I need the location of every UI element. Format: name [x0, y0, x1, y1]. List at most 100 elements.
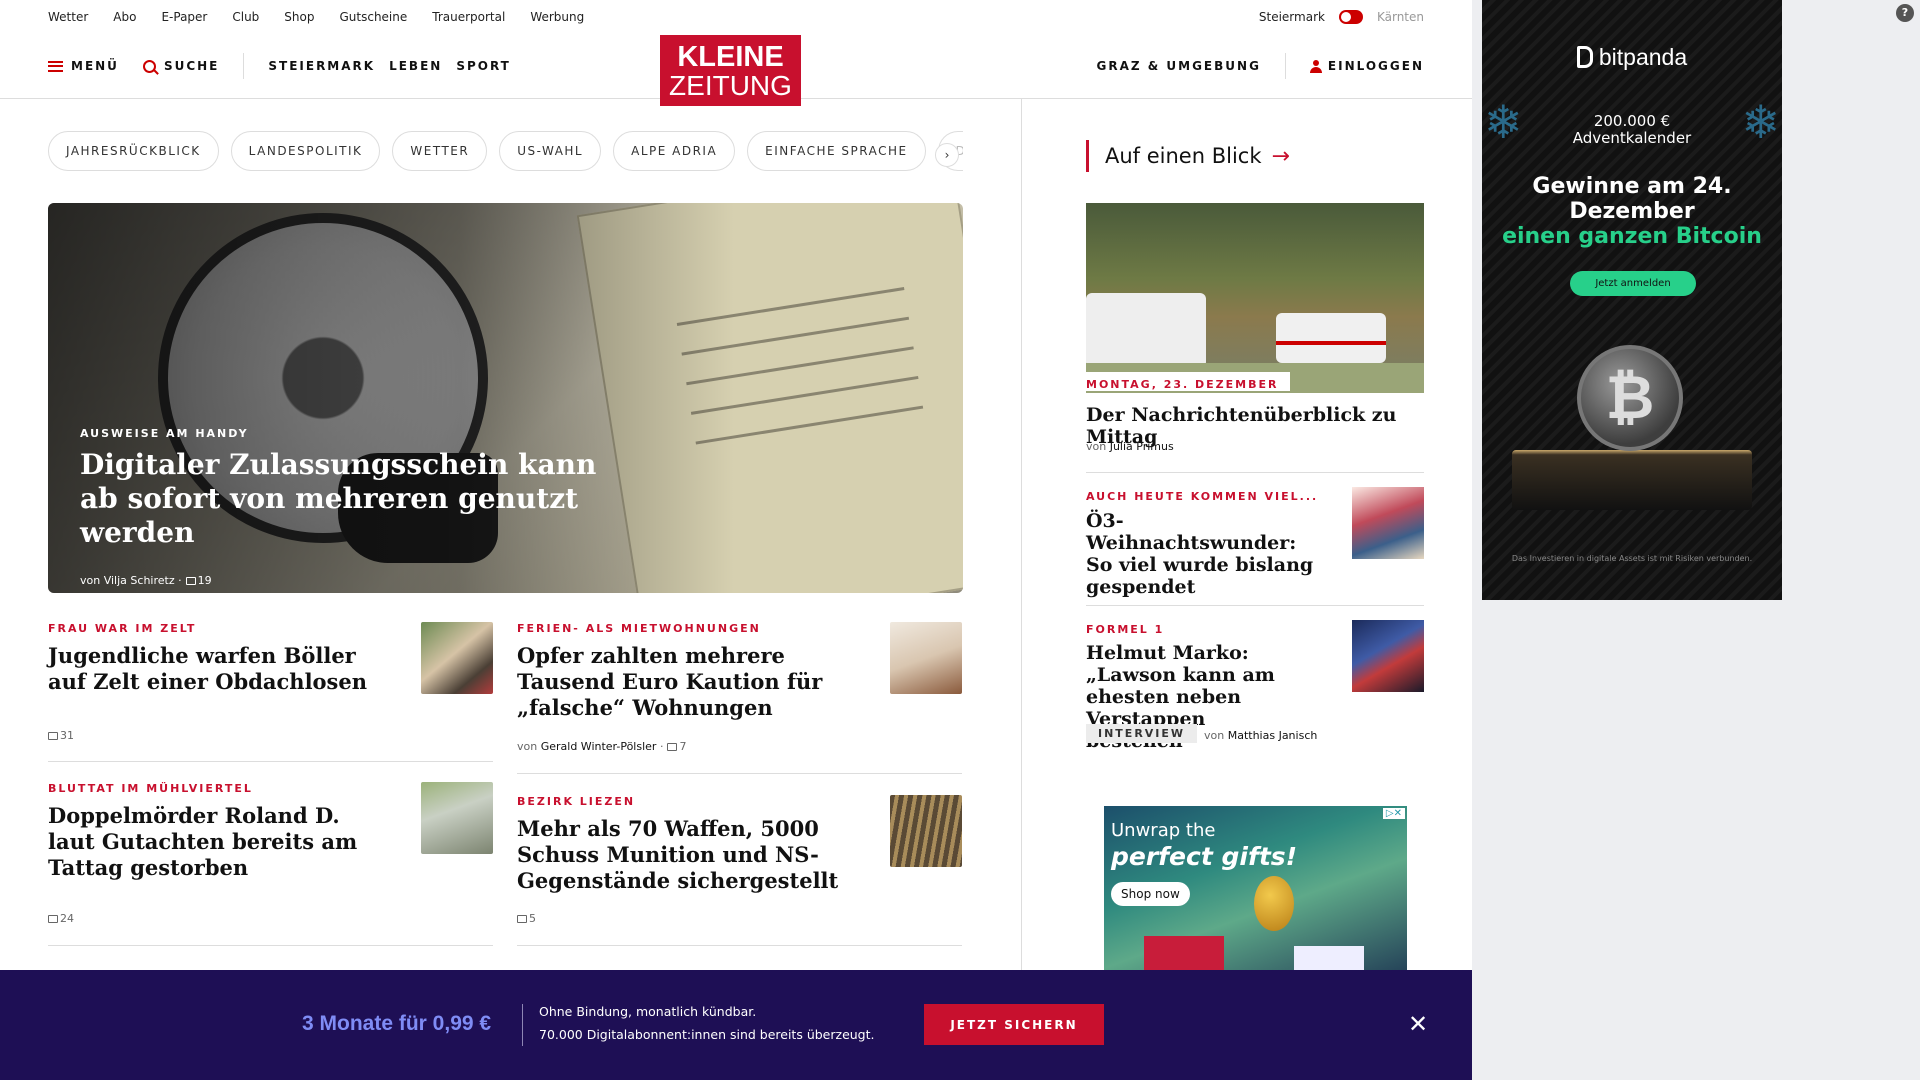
- bitcoin-icon: ₿: [1577, 345, 1683, 451]
- search-icon: [142, 59, 156, 73]
- hero-title[interactable]: Digitaler Zulassungsschein kann ab sofor…: [80, 448, 640, 550]
- side-thumbnail[interactable]: [1352, 487, 1424, 559]
- nav-sport[interactable]: SPORT: [456, 59, 511, 73]
- bitpanda-ad[interactable]: ❄ ❄ bitpanda 200.000 € Adventkalender Ge…: [1482, 0, 1782, 600]
- arrow-right-icon: →: [1271, 143, 1290, 169]
- main-header: MENÜ SUCHE STEIERMARK LEBEN SPORT KLEINE…: [0, 34, 1472, 106]
- sidebar: Auf einen Blick → MONTAG, 23. DEZEMBER De…: [1086, 99, 1424, 991]
- bp-headline: Gewinne am 24. Dezember einen ganzen Bit…: [1502, 174, 1762, 249]
- hero-author[interactable]: Vilja Schiretz: [104, 574, 175, 587]
- shop-now-button[interactable]: Shop now: [1111, 882, 1190, 906]
- bp-calendar: Adventkalender: [1572, 129, 1692, 147]
- banner-line-1: Ohne Bindung, monatlich kündbar.: [539, 1004, 757, 1019]
- util-link-werbung[interactable]: Werbung: [530, 10, 584, 24]
- login-label: EINLOGGEN: [1327, 59, 1424, 73]
- side-meta: von Matthias Janisch: [1204, 729, 1318, 742]
- topic-chip[interactable]: EINFACHE SPRACHE: [747, 131, 926, 171]
- gift-ad[interactable]: Unwrap the perfect gifts! Shop now ▷✕: [1104, 806, 1407, 991]
- comment-icon: [48, 915, 58, 923]
- topic-chip[interactable]: LANDESPOLITIK: [230, 131, 381, 171]
- search-button[interactable]: SUCHE: [142, 59, 220, 73]
- article-title[interactable]: Doppelmörder Roland D. laut Gutachten be…: [48, 803, 388, 881]
- header-divider: [243, 53, 245, 79]
- lead-date: MONTAG, 23. DEZEMBER: [1086, 372, 1291, 391]
- ad-choices-icon[interactable]: ▷✕: [1382, 808, 1405, 819]
- utility-links: Wetter Abo E-Paper Club Shop Gutscheine …: [48, 10, 609, 24]
- topic-chips: JAHRESRÜCKBLICK LANDESPOLITIK WETTER US-…: [48, 131, 963, 171]
- lead-meta: von Julia Primus: [1086, 440, 1174, 453]
- region-steiermark[interactable]: Steiermark: [1259, 10, 1325, 24]
- utility-bar: Wetter Abo E-Paper Club Shop Gutscheine …: [48, 0, 1424, 34]
- util-link-abo[interactable]: Abo: [113, 10, 136, 24]
- hero-article[interactable]: AUSWEISE AM HANDY Digitaler Zulassungssc…: [48, 203, 963, 593]
- util-link-trauerportal[interactable]: Trauerportal: [432, 10, 505, 24]
- util-link-gutscheine[interactable]: Gutscheine: [339, 10, 407, 24]
- region-toggle[interactable]: [1338, 10, 1363, 24]
- bp-price: 200.000 €: [1593, 112, 1671, 130]
- help-icon[interactable]: ?: [1896, 4, 1914, 22]
- banner-line-2: 70.000 Digitalabonnent:innen sind bereit…: [539, 1027, 875, 1042]
- article-card[interactable]: FRAU WAR IM ZELT Jugendliche warfen Böll…: [48, 622, 493, 762]
- interview-tag: INTERVIEW: [1086, 724, 1198, 743]
- comment-icon: [517, 915, 527, 923]
- hamburger-icon: [48, 60, 63, 72]
- news-site: Wetter Abo E-Paper Club Shop Gutscheine …: [0, 0, 1472, 1080]
- comment-icon: [48, 732, 58, 740]
- hero-comments[interactable]: 19: [198, 574, 212, 587]
- comment-icon: [185, 577, 196, 585]
- bp-pedestal: [1512, 450, 1752, 510]
- header-left-nav: MENÜ SUCHE STEIERMARK LEBEN SPORT: [48, 34, 511, 98]
- util-link-club[interactable]: Club: [232, 10, 259, 24]
- side-thumbnail[interactable]: [1352, 620, 1424, 692]
- site-logo[interactable]: KLEINE ZEITUNG: [660, 35, 801, 106]
- main-column: JAHRESRÜCKBLICK LANDESPOLITIK WETTER US-…: [0, 99, 1022, 1080]
- login-button[interactable]: EINLOGGEN: [1309, 59, 1424, 73]
- at-a-glance-heading[interactable]: Auf einen Blick →: [1086, 140, 1290, 172]
- side-title[interactable]: Ö3-Weihnachtswunder: So viel wurde bisla…: [1086, 510, 1316, 598]
- util-link-shop[interactable]: Shop: [284, 10, 314, 24]
- topic-chip[interactable]: US-WAHL: [499, 131, 602, 171]
- header-divider-right: [1284, 53, 1286, 79]
- article-card[interactable]: BEZIRK LIEZEN Mehr als 70 Waffen, 5000 S…: [517, 795, 962, 946]
- topic-chip[interactable]: WETTER: [392, 131, 488, 171]
- menu-label: MENÜ: [71, 59, 119, 73]
- article-thumbnail[interactable]: [421, 622, 493, 694]
- menu-button[interactable]: MENÜ: [48, 59, 119, 73]
- comment-icon: [667, 743, 678, 751]
- subscription-banner: [0, 970, 1472, 1080]
- nav-graz-umgebung[interactable]: GRAZ & UMGEBUNG: [1097, 59, 1261, 73]
- lead-image[interactable]: [1086, 203, 1424, 393]
- util-link-wetter[interactable]: Wetter: [48, 10, 88, 24]
- article-title[interactable]: Mehr als 70 Waffen, 5000 Schuss Munition…: [517, 816, 857, 894]
- banner-divider: [522, 1004, 523, 1046]
- region-switch: Steiermark Kärnten: [1259, 10, 1424, 24]
- bitpanda-logo: bitpanda: [1482, 44, 1782, 71]
- user-icon: [1309, 60, 1322, 73]
- article-title[interactable]: Opfer zahlten mehrere Tausend Euro Kauti…: [517, 643, 857, 721]
- topic-chip[interactable]: ALPE ADRIA: [613, 131, 736, 171]
- hero-meta: von Vilja Schiretz · 19: [80, 574, 212, 587]
- side-kicker: AUCH HEUTE KOMMEN VIEL...: [1086, 490, 1319, 503]
- nav-leben[interactable]: LEBEN: [389, 59, 442, 73]
- hero-kicker: AUSWEISE AM HANDY: [80, 427, 249, 440]
- bp-signup-button[interactable]: Jetzt anmelden: [1570, 271, 1696, 296]
- balloon-icon: [1254, 876, 1294, 931]
- side-kicker: FORMEL 1: [1086, 623, 1165, 636]
- article-card[interactable]: BLUTTAT IM MÜHLVIERTEL Doppelmörder Rola…: [48, 782, 493, 946]
- article-title[interactable]: Jugendliche warfen Böller auf Zelt einer…: [48, 643, 388, 695]
- bp-disclaimer: Das Investieren in digitale Assets ist m…: [1511, 554, 1753, 563]
- util-link-epaper[interactable]: E-Paper: [161, 10, 207, 24]
- topic-chip[interactable]: JAHRESRÜCKBLICK: [48, 131, 219, 171]
- close-icon[interactable]: ✕: [1405, 1011, 1431, 1037]
- subscribe-button[interactable]: JETZT SICHERN: [924, 1004, 1104, 1045]
- region-kaernten[interactable]: Kärnten: [1377, 10, 1424, 24]
- article-thumbnail[interactable]: [890, 622, 962, 694]
- article-thumbnail[interactable]: [421, 782, 493, 854]
- chevron-right-icon[interactable]: ›: [935, 143, 959, 167]
- search-label: SUCHE: [163, 59, 220, 73]
- nav-steiermark[interactable]: STEIERMARK: [268, 59, 375, 73]
- header-right-nav: GRAZ & UMGEBUNG EINLOGGEN: [1097, 34, 1425, 98]
- banner-offer: 3 Monate für 0,99 €: [302, 1012, 492, 1035]
- article-thumbnail[interactable]: [890, 795, 962, 867]
- article-card[interactable]: FERIEN- ALS MIETWOHNUNGEN Opfer zahlten …: [517, 622, 962, 774]
